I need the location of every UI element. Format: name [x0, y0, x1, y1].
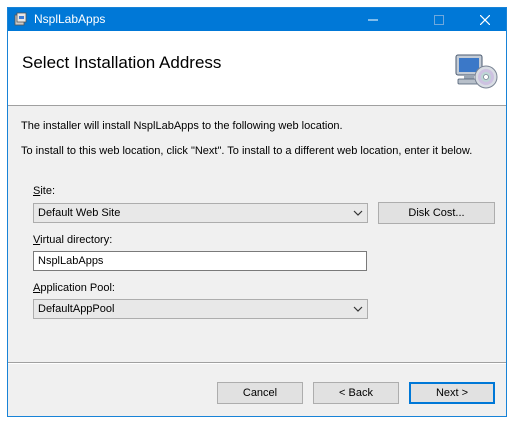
- chevron-down-icon: [353, 210, 363, 216]
- minimize-icon: [368, 19, 378, 20]
- next-button[interactable]: Next >: [409, 382, 495, 404]
- application-pool-value: DefaultAppPool: [38, 303, 115, 315]
- virtual-directory-input[interactable]: NsplLabApps: [33, 251, 367, 271]
- close-icon: [480, 14, 490, 25]
- footer-divider: [8, 362, 506, 364]
- application-pool-dropdown[interactable]: DefaultAppPool: [33, 299, 368, 319]
- back-button[interactable]: < Back: [313, 382, 399, 404]
- close-button[interactable]: [466, 8, 504, 31]
- maximize-icon: [434, 14, 444, 25]
- application-pool-label: Application Pool:: [33, 282, 115, 294]
- virtual-directory-value: NsplLabApps: [38, 255, 104, 267]
- disk-cost-button[interactable]: Disk Cost...: [378, 202, 495, 224]
- installer-app-icon: [14, 12, 27, 26]
- cancel-button[interactable]: Cancel: [217, 382, 303, 404]
- site-dropdown[interactable]: Default Web Site: [33, 203, 368, 223]
- page-title: Select Installation Address: [22, 53, 222, 72]
- window-title: NsplLabApps: [34, 12, 106, 26]
- site-label: Site:: [33, 185, 56, 197]
- computer-cd-icon: [455, 54, 498, 89]
- chevron-down-icon: [353, 306, 363, 312]
- site-value: Default Web Site: [38, 207, 121, 219]
- virtual-directory-label: Virtual directory:: [33, 234, 113, 246]
- minimize-button[interactable]: [354, 8, 392, 31]
- title-bar[interactable]: NsplLabApps: [8, 8, 506, 31]
- installer-window: NsplLabApps Select Installation Address …: [7, 7, 507, 417]
- maximize-button[interactable]: [420, 8, 458, 31]
- description-line-1: The installer will install NsplLabApps t…: [21, 120, 343, 132]
- header-banner: Select Installation Address: [8, 31, 506, 106]
- description-line-2: To install to this web location, click "…: [21, 145, 473, 157]
